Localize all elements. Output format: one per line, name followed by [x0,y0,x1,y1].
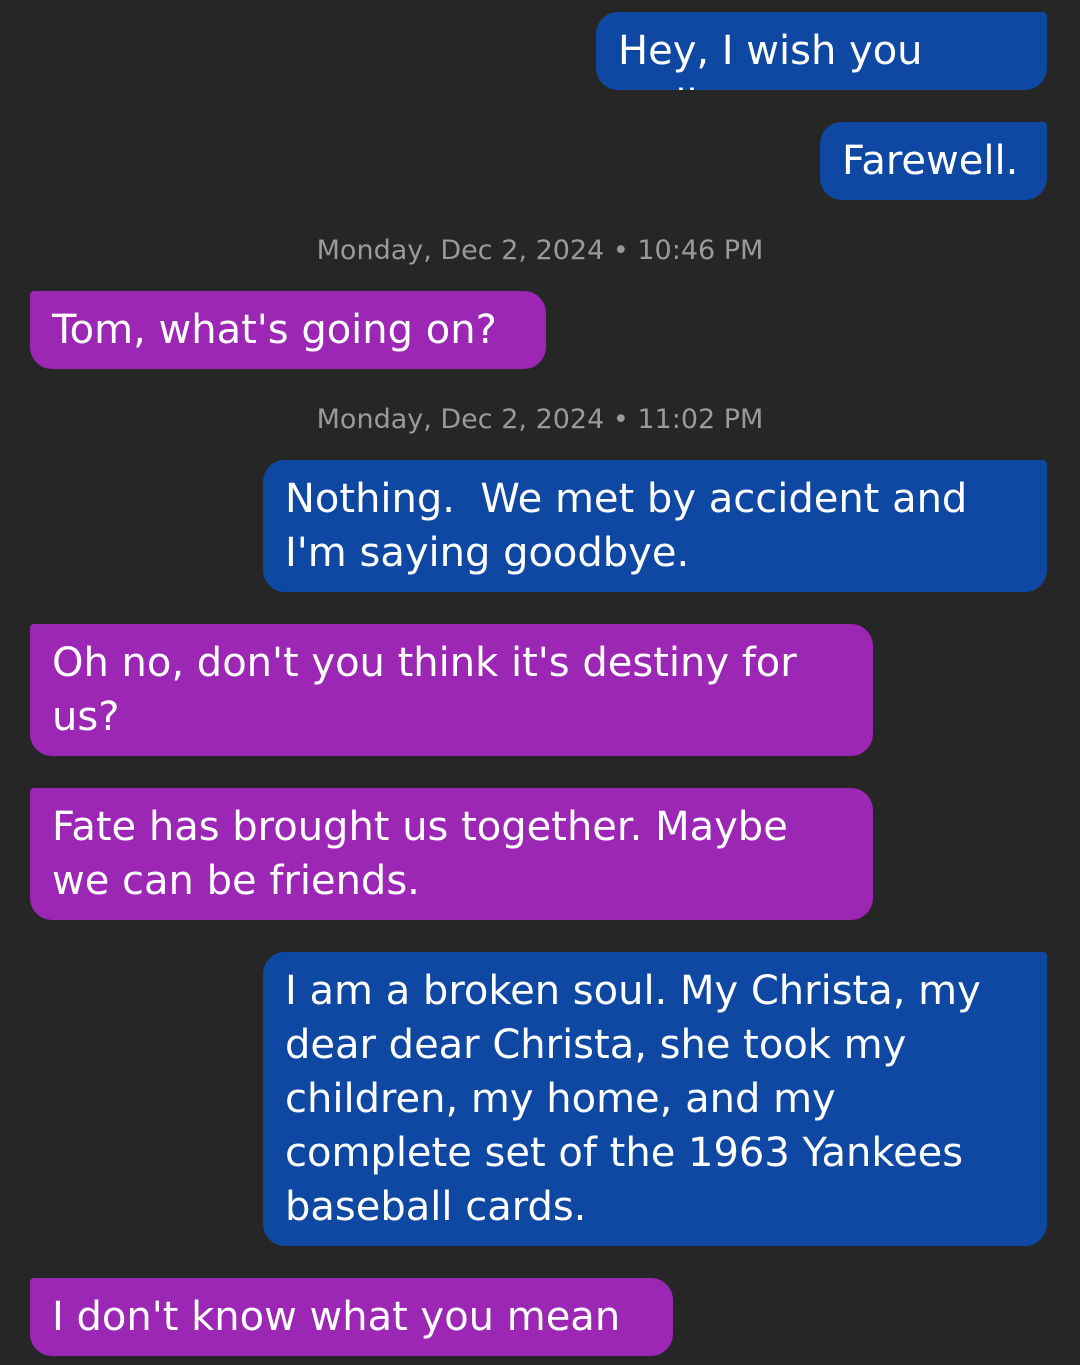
incoming-message-bubble[interactable]: I don't know what you mean [30,1278,673,1356]
incoming-message-bubble[interactable]: Tom, what's going on? [30,291,546,369]
outgoing-message-bubble[interactable]: Nothing. We met by accident and I'm sayi… [263,460,1047,592]
incoming-message-bubble[interactable]: Oh no, don't you think it's destiny for … [30,624,873,756]
outgoing-message-bubble[interactable]: Farewell. [820,122,1047,200]
timestamp-divider: Monday, Dec 2, 2024 • 10:46 PM [316,235,764,266]
timestamp-divider: Monday, Dec 2, 2024 • 11:02 PM [316,404,764,435]
message-thread: Hey, I wish you well. Farewell. Monday, … [0,0,1080,1365]
outgoing-message-bubble[interactable]: Hey, I wish you well. [596,12,1047,90]
outgoing-message-bubble[interactable]: I am a broken soul. My Christa, my dear … [263,952,1047,1246]
incoming-message-bubble[interactable]: Fate has brought us together. Maybe we c… [30,788,873,920]
